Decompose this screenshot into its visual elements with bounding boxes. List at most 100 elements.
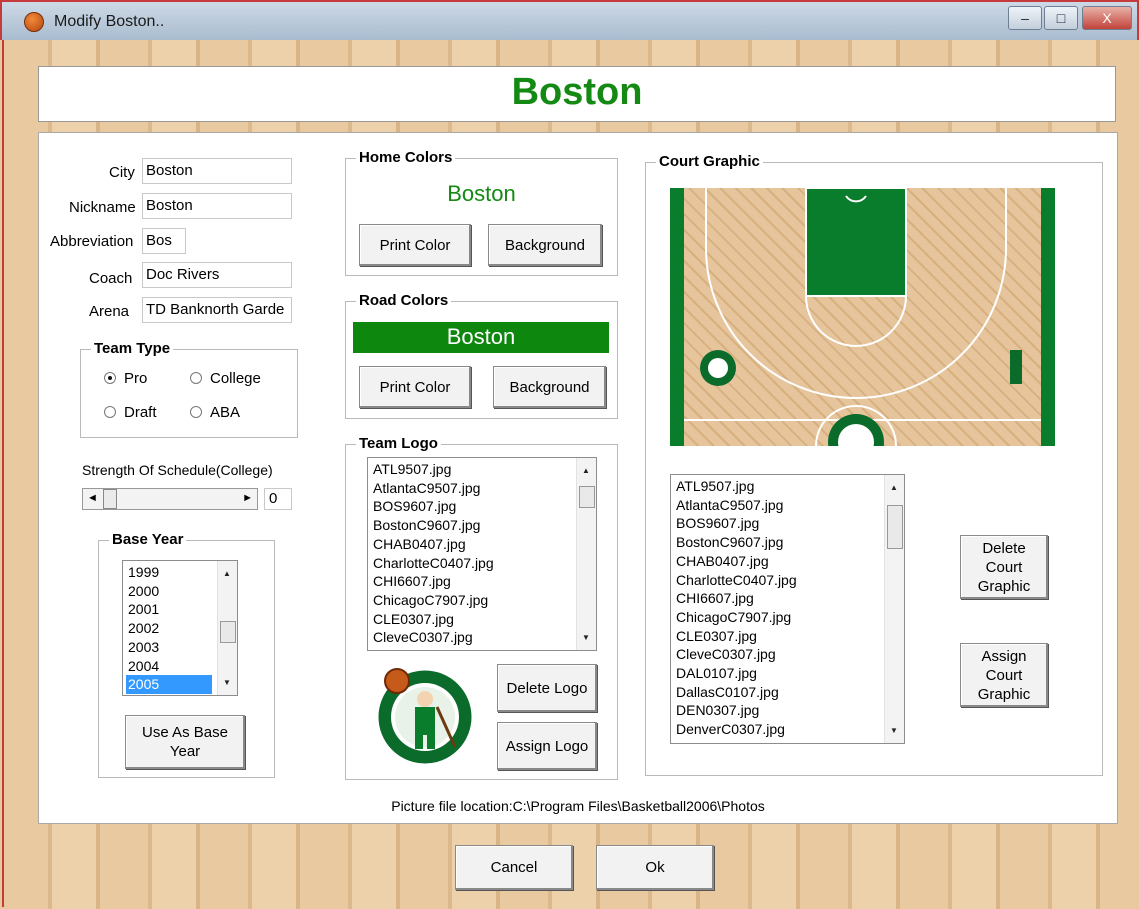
team-type-title: Team Type	[91, 340, 174, 357]
close-button[interactable]: X	[1082, 6, 1132, 30]
list-item[interactable]: DEN0307.jpg	[676, 701, 904, 720]
court-list-scrollbar[interactable]: ▲ ▼	[884, 475, 904, 743]
list-item[interactable]: AtlantaC9507.jpg	[676, 496, 904, 515]
scroll-up-icon[interactable]: ▲	[582, 466, 590, 475]
use-as-base-year-button[interactable]: Use As Base Year	[125, 715, 245, 769]
delete-logo-button[interactable]: Delete Logo	[497, 664, 597, 712]
radio-pro-label: Pro	[124, 370, 148, 387]
list-item[interactable]: CharlotteC0407.jpg	[676, 571, 904, 590]
court-items: ATL9507.jpg AtlantaC9507.jpg BOS9607.jpg Bo…	[671, 475, 904, 739]
list-item[interactable]: BOS9607.jpg	[373, 497, 596, 516]
base-year-title: Base Year	[109, 531, 187, 548]
radio-aba-label: ABA	[210, 404, 241, 421]
list-item[interactable]: ATL9507.jpg	[373, 460, 596, 479]
delete-court-graphic-button[interactable]: Delete Court Graphic	[960, 535, 1048, 599]
list-item[interactable]: CHAB0407.jpg	[676, 552, 904, 571]
list-item[interactable]: ChicagoC7907.jpg	[373, 591, 596, 610]
maximize-button[interactable]: □	[1044, 6, 1078, 30]
home-color-sample: Boston	[447, 181, 516, 206]
logo-list-scrollbar[interactable]: ▲ ▼	[576, 458, 596, 650]
team-header: Boston	[38, 66, 1116, 122]
team-type-group: Team Type	[80, 340, 298, 438]
radio-dot-icon	[190, 372, 202, 384]
logo-items: ATL9507.jpg AtlantaC9507.jpg BOS9607.jpg Bo…	[368, 458, 596, 647]
coach-label: Coach	[89, 270, 133, 287]
city-label: City	[109, 164, 135, 181]
list-item[interactable]: DallasC0107.jpg	[676, 683, 904, 702]
celtics-logo-image	[371, 661, 479, 769]
base-year-scrollbar[interactable]: ▲ ▼	[217, 561, 237, 695]
home-background-button[interactable]: Background	[488, 224, 602, 266]
list-item[interactable]: CleveC0307.jpg	[676, 645, 904, 664]
scroll-thumb[interactable]	[103, 489, 117, 509]
scroll-down-icon[interactable]: ▼	[890, 726, 898, 735]
road-color-sample: Boston	[353, 322, 609, 353]
court-graphic-image	[670, 188, 1055, 446]
radio-draft[interactable]: Draft	[104, 404, 157, 421]
scroll-left-icon[interactable]: ◄	[87, 492, 98, 504]
arena-field[interactable]: TD Banknorth Garde	[142, 297, 292, 323]
window-title: Modify Boston..	[54, 13, 165, 30]
list-item[interactable]: BOS9607.jpg	[676, 514, 904, 533]
strength-scrollbar[interactable]: ◄ ►	[82, 488, 258, 510]
logo-file-list[interactable]: ATL9507.jpg AtlantaC9507.jpg BOS9607.jpg Bo…	[367, 457, 597, 651]
basketball-icon	[24, 12, 44, 32]
list-item[interactable]: CharlotteC0407.jpg	[373, 554, 596, 573]
title-bar: Modify Boston.. – □ X	[0, 0, 1139, 40]
list-item[interactable]: CLE0307.jpg	[676, 627, 904, 646]
scroll-thumb[interactable]	[220, 621, 236, 643]
strength-value[interactable]: 0	[264, 488, 292, 510]
scroll-down-icon[interactable]: ▼	[582, 633, 590, 642]
base-year-list[interactable]: 1999 2000 2001 2002 2003 2004 2005 ▲ ▼	[122, 560, 238, 696]
radio-aba[interactable]: ABA	[190, 404, 240, 421]
minimize-button[interactable]: –	[1008, 6, 1042, 30]
arena-label: Arena	[89, 303, 130, 320]
road-print-color-button[interactable]: Print Color	[359, 366, 471, 408]
home-print-color-button[interactable]: Print Color	[359, 224, 471, 266]
page-title: Boston	[511, 71, 643, 113]
radio-dot-icon	[104, 372, 116, 384]
list-item[interactable]: BostonC9607.jpg	[373, 516, 596, 535]
abbreviation-field[interactable]: Bos	[142, 228, 186, 254]
radio-dot-icon	[190, 406, 202, 418]
court-file-list[interactable]: ATL9507.jpg AtlantaC9507.jpg BOS9607.jpg Bo…	[670, 474, 905, 744]
list-item[interactable]: CLE0307.jpg	[373, 610, 596, 629]
coach-field[interactable]: Doc Rivers	[142, 262, 292, 288]
list-item[interactable]: CleveC0307.jpg	[373, 628, 596, 647]
list-item[interactable]: BostonC9607.jpg	[676, 533, 904, 552]
city-field[interactable]: Boston	[142, 158, 292, 184]
abbreviation-label: Abbreviation	[50, 233, 134, 250]
nickname-field[interactable]: Boston	[142, 193, 292, 219]
list-item[interactable]: DenverC0307.jpg	[676, 720, 904, 739]
strength-label: Strength Of Schedule(College)	[82, 462, 273, 478]
assign-court-graphic-button[interactable]: Assign Court Graphic	[960, 643, 1048, 707]
radio-pro[interactable]: Pro	[104, 370, 147, 387]
list-item[interactable]: ChicagoC7907.jpg	[676, 608, 904, 627]
team-logo-title: Team Logo	[356, 435, 441, 452]
scroll-thumb[interactable]	[887, 505, 903, 549]
list-item[interactable]: AtlantaC9507.jpg	[373, 479, 596, 498]
list-item[interactable]: DAL0107.jpg	[676, 664, 904, 683]
ok-button[interactable]: Ok	[596, 845, 714, 890]
scroll-thumb[interactable]	[579, 486, 595, 508]
cancel-button[interactable]: Cancel	[455, 845, 573, 890]
road-colors-title: Road Colors	[356, 292, 452, 309]
radio-draft-label: Draft	[124, 404, 157, 421]
assign-logo-button[interactable]: Assign Logo	[497, 722, 597, 770]
list-item[interactable]: CHI6607.jpg	[373, 572, 596, 591]
radio-college-label: College	[210, 370, 261, 387]
scroll-up-icon[interactable]: ▲	[223, 569, 231, 578]
scroll-right-icon[interactable]: ►	[242, 492, 253, 504]
list-item[interactable]: CHAB0407.jpg	[373, 535, 596, 554]
home-colors-title: Home Colors	[356, 149, 456, 166]
list-item[interactable]: CHI6607.jpg	[676, 589, 904, 608]
list-item[interactable]: ATL9507.jpg	[676, 477, 904, 496]
radio-college[interactable]: College	[190, 370, 261, 387]
scroll-up-icon[interactable]: ▲	[890, 483, 898, 492]
court-graphic-title: Court Graphic	[656, 153, 763, 170]
scroll-down-icon[interactable]: ▼	[223, 678, 231, 687]
road-background-button[interactable]: Background	[493, 366, 606, 408]
radio-dot-icon	[104, 406, 116, 418]
nickname-label: Nickname	[69, 199, 136, 216]
list-item[interactable]: 2005	[126, 675, 212, 694]
